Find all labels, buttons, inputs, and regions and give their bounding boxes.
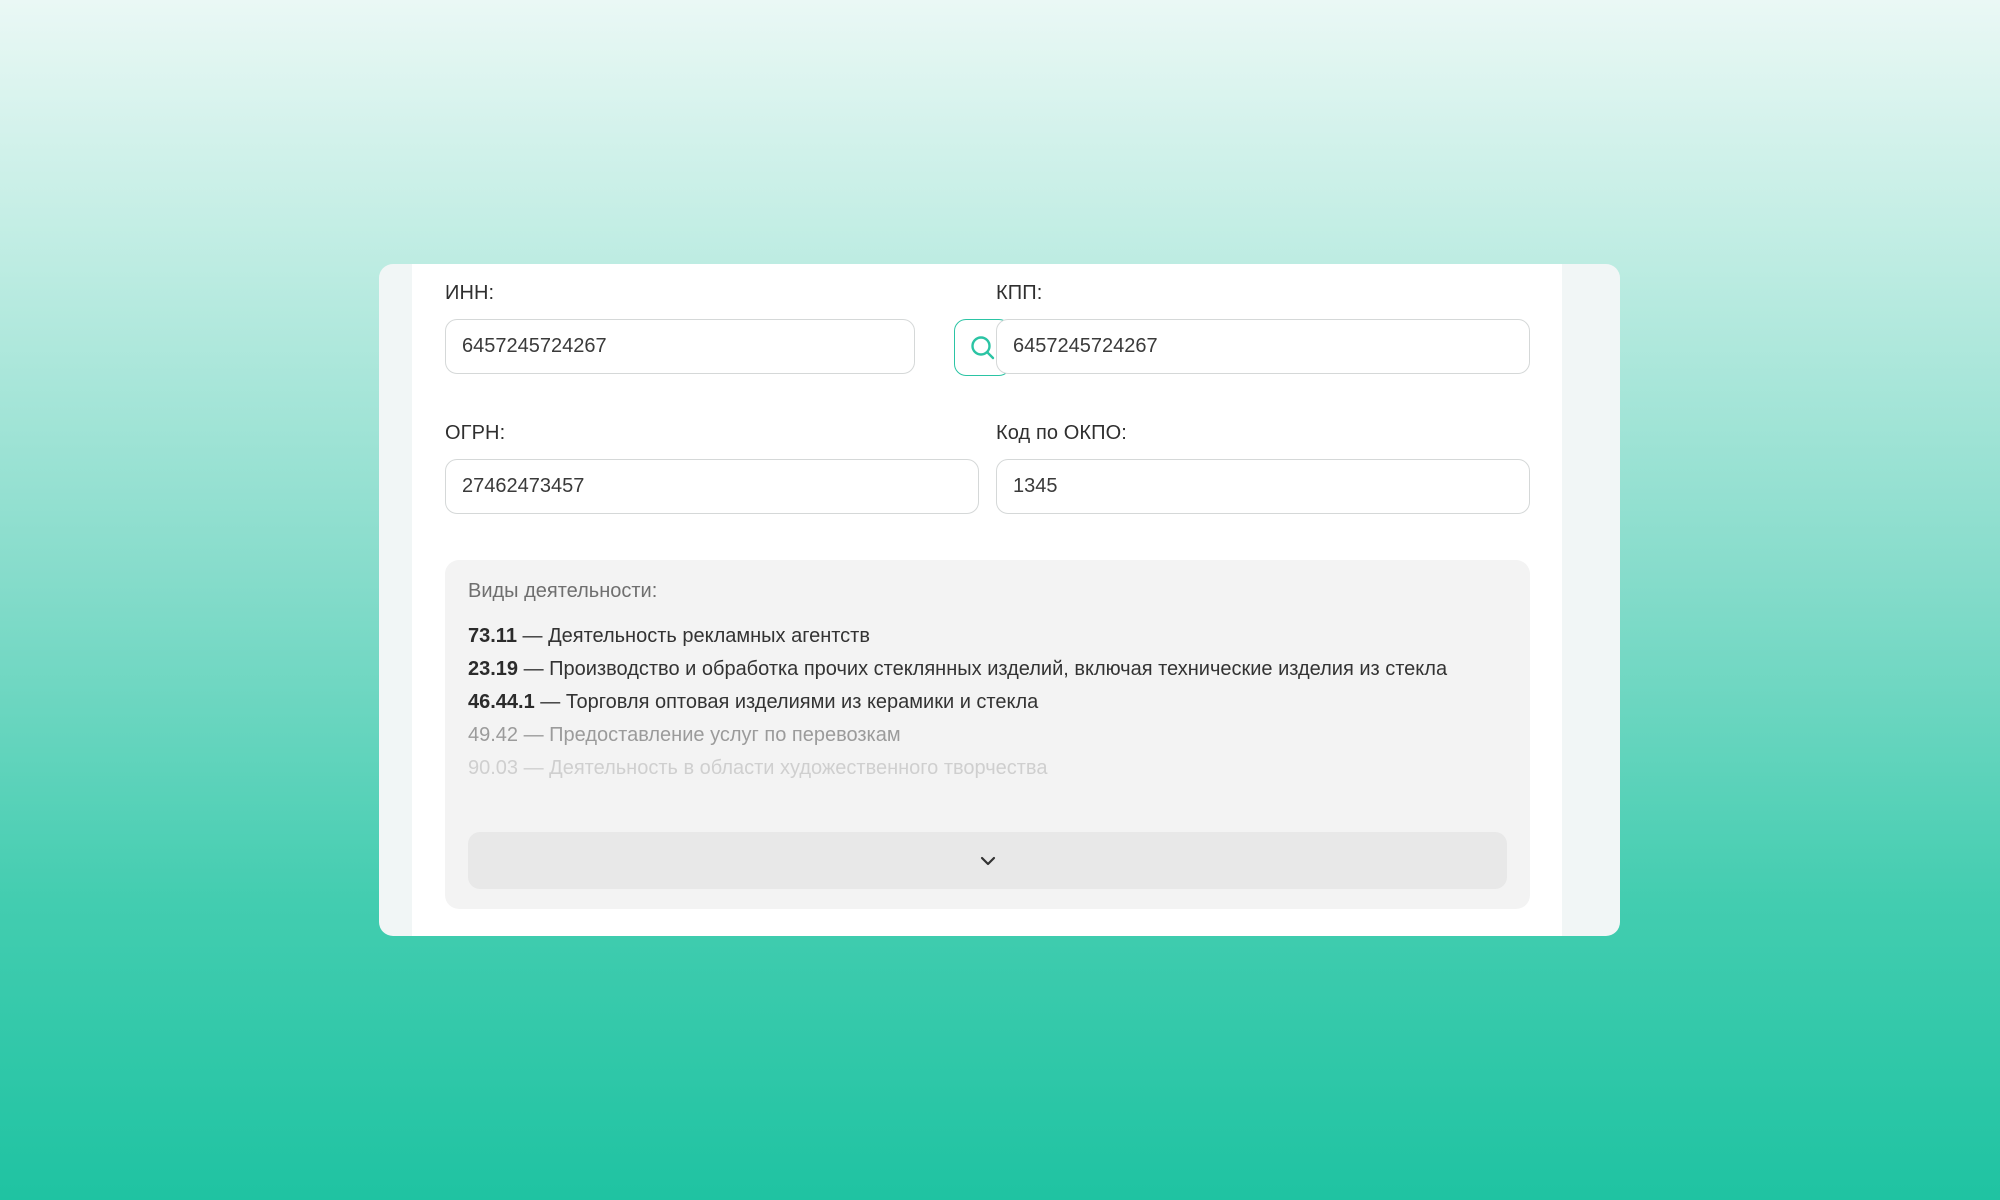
expand-activities-button[interactable] (468, 832, 1507, 889)
activity-text: — Торговля оптовая изделиями из керамики… (534, 691, 1039, 713)
activities-section: Виды деятельности: 73.11 — Деятельность … (445, 560, 1530, 909)
ogrn-label: ОГРН: (445, 422, 506, 444)
form-panel: ИНН: 6457245724267 КПП: 6457245724267 ОГ… (412, 264, 1562, 936)
activity-item: 90.03 — Деятельность в области художеств… (468, 755, 1488, 782)
activity-item: 73.11 — Деятельность рекламных агентств (468, 623, 1488, 650)
activities-title: Виды деятельности: (468, 580, 658, 602)
kpp-field[interactable]: 6457245724267 (996, 319, 1530, 374)
activity-code: 23.19 (468, 658, 519, 680)
kpp-label: КПП: (996, 282, 1043, 304)
activity-text: — Предоставление услуг по перевозкам (518, 724, 901, 746)
activities-list: 73.11 — Деятельность рекламных агентств … (468, 623, 1488, 788)
activity-text: — Деятельность в области художественного… (518, 757, 1048, 779)
activity-code: 90.03 (468, 757, 519, 779)
activity-text: — Деятельность рекламных агентств (516, 625, 870, 647)
activity-item: 49.42 — Предоставление услуг по перевозк… (468, 722, 1488, 749)
activity-code: 49.42 (468, 724, 519, 746)
company-details-card: ИНН: 6457245724267 КПП: 6457245724267 ОГ… (379, 264, 1620, 936)
okpo-label: Код по ОКПО: (996, 422, 1127, 444)
activity-code: 73.11 (468, 625, 517, 647)
activity-item: 46.44.1 — Торговля оптовая изделиями из … (468, 689, 1488, 716)
ogrn-field[interactable]: 27462473457 (445, 459, 979, 514)
search-icon (970, 335, 994, 359)
inn-label: ИНН: (445, 282, 495, 304)
activity-code: 46.44.1 (468, 691, 535, 713)
activity-item: 23.19 — Производство и обработка прочих … (468, 656, 1488, 683)
chevron-down-icon (980, 856, 995, 865)
activity-text: — Производство и обработка прочих стекля… (518, 658, 1448, 680)
inn-field[interactable]: 6457245724267 (445, 319, 915, 374)
okpo-field[interactable]: 1345 (996, 459, 1530, 514)
